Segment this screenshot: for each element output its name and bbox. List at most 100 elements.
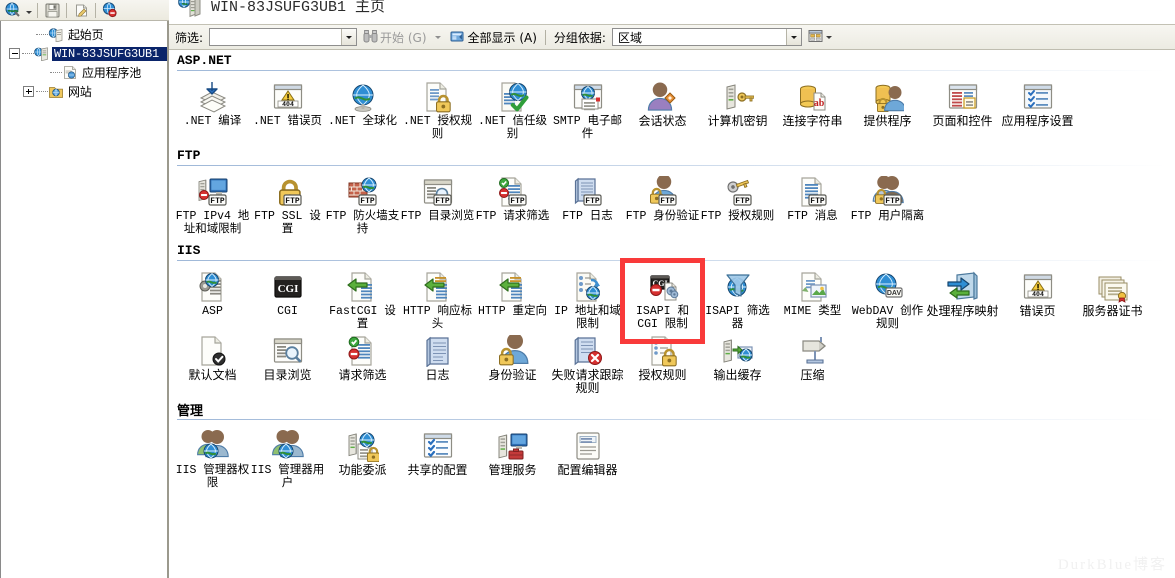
feature-tile-label: FTP IPv4 地址和域限制 — [175, 210, 250, 236]
show-all-button[interactable]: 全部显示 (A) — [448, 27, 539, 47]
feature-tile-asp[interactable]: ASP — [175, 267, 250, 331]
tree-expander-plus-icon[interactable] — [23, 86, 34, 97]
feature-tile-net-compile[interactable]: .NET 编译 — [175, 77, 250, 141]
default-document-icon — [197, 335, 229, 367]
feature-tile-http-response-headers[interactable]: HTTP 响应标头 — [400, 267, 475, 331]
feature-tile-machine-key[interactable]: 计算机密钥 — [700, 77, 775, 141]
feature-tile-directory-browsing[interactable]: 目录浏览 — [250, 331, 325, 395]
feature-tile-net-error-pages[interactable]: 404 .NET 错误页 — [250, 77, 325, 141]
authentication-icon — [497, 335, 529, 367]
feature-tile-iis-manager-permissions[interactable]: IIS 管理器权限 — [175, 426, 250, 490]
feature-tile-net-authorization-rules[interactable]: .NET 授权规则 — [400, 77, 475, 141]
watermark: DurkBlue博客 — [1057, 557, 1167, 573]
tree-item-2[interactable]: 应用程序池 — [1, 63, 167, 82]
feature-tile-isapi-filters[interactable]: ISAPI 筛选器 — [700, 267, 775, 331]
chevron-down-icon[interactable] — [785, 29, 801, 45]
go-button[interactable]: 开始 (G) — [361, 27, 428, 47]
section-management: 管理 IIS 管理器权限 IIS 管理器用户 功能委派 共享的配置 管理服务 配置编辑器 — [169, 399, 1175, 494]
feature-tile-net-globalization[interactable]: .NET 全球化 — [325, 77, 400, 141]
page-title: WIN-83JSUFG3UB1 主页 — [211, 0, 386, 16]
feature-tile-webdav-authoring-rules[interactable]: DAV WebDAV 创作规则 — [850, 267, 925, 331]
tree-connector — [36, 34, 48, 35]
feature-tile-cgi[interactable]: CGI CGI — [250, 267, 325, 331]
group-by-select[interactable]: 区域 — [611, 28, 802, 46]
feature-tile-label: 应用程序设置 — [1001, 114, 1074, 128]
tree-item-1[interactable]: WIN-83JSUFG3UB1 (WIN — [1, 44, 167, 63]
feature-tile-ftp-ipv4-restrictions[interactable]: FTP FTP IPv4 地址和域限制 — [175, 172, 250, 236]
feature-tile-default-document[interactable]: 默认文档 — [175, 331, 250, 395]
ftp-user-isolation-icon: FTP — [872, 176, 904, 208]
feature-tile-authentication[interactable]: 身份验证 — [475, 331, 550, 395]
svg-text:DAV: DAV — [886, 290, 901, 297]
feature-tile-fastcgi-settings[interactable]: FastCGI 设置 — [325, 267, 400, 331]
feature-tile-smtp-email[interactable]: SMTP 电子邮件 — [550, 77, 625, 141]
feature-tile-iis-manager-users[interactable]: IIS 管理器用户 — [250, 426, 325, 490]
feature-tile-handler-mappings[interactable]: 处理程序映射 — [925, 267, 1000, 331]
ip-address-restrictions-icon — [572, 271, 604, 303]
tree-item-label: WIN-83JSUFG3UB1 (WIN — [52, 46, 167, 61]
feature-tile-http-redirect[interactable]: HTTP 重定向 — [475, 267, 550, 331]
feature-tile-logging[interactable]: 日志 — [400, 331, 475, 395]
tree-connector — [50, 72, 62, 73]
ftp-ssl-settings-icon: FTP — [272, 176, 304, 208]
feature-tile-ftp-firewall-support[interactable]: FTP FTP 防火墙支持 — [325, 172, 400, 236]
handler-mappings-icon — [946, 271, 979, 303]
feature-tile-compression[interactable]: 压缩 — [775, 331, 850, 395]
tree-item-0[interactable]: 起始页 — [1, 25, 167, 44]
iis-manager-permissions-icon — [196, 430, 229, 462]
feature-tile-configuration-editor[interactable]: 配置编辑器 — [550, 426, 625, 490]
feature-tile-management-service[interactable]: 管理服务 — [475, 426, 550, 490]
feature-tile-ftp-ssl-settings[interactable]: FTP FTP SSL 设置 — [250, 172, 325, 236]
features-list[interactable]: ASP.NET .NET 编译 404 .NET 错误页 .NET 全球化 .NET 授权… — [169, 50, 1175, 578]
feature-tile-ftp-request-filtering[interactable]: FTP FTP 请求筛选 — [475, 172, 550, 236]
toolbar-separator — [37, 2, 38, 18]
feature-tile-ftp-authorization-rules[interactable]: FTP FTP 授权规则 — [700, 172, 775, 236]
feature-tile-ftp-user-isolation[interactable]: FTP FTP 用户隔离 — [850, 172, 925, 236]
tree-item-label: 应用程序池 — [82, 66, 142, 80]
feature-tile-failed-request-tracing-rules[interactable]: 失败请求跟踪规则 — [550, 331, 625, 395]
feature-tile-request-filtering[interactable]: 请求筛选 — [325, 331, 400, 395]
feature-tile-ftp-messages[interactable]: FTP FTP 消息 — [775, 172, 850, 236]
feature-tile-application-settings[interactable]: 应用程序设置 — [1000, 77, 1075, 141]
feature-tile-ftp-authentication[interactable]: FTP FTP 身份验证 — [625, 172, 700, 236]
feature-tile-error-pages[interactable]: 404 错误页 — [1000, 267, 1075, 331]
feature-tile-pages-controls[interactable]: 页面和控件 — [925, 77, 1000, 141]
feature-tile-session-state[interactable]: 会话状态 — [625, 77, 700, 141]
section-header-iis: IIS — [169, 240, 1175, 260]
feature-tile-providers[interactable]: 提供程序 — [850, 77, 925, 141]
show-all-label: 全部显示 (A) — [467, 30, 537, 45]
chevron-down-icon[interactable] — [24, 1, 33, 19]
feature-tile-ftp-directory-browsing[interactable]: FTP FTP 目录浏览 — [400, 172, 475, 236]
go-dropdown-chevron-icon[interactable] — [433, 35, 444, 39]
connections-toolbar — [0, 0, 169, 21]
page-icon[interactable] — [71, 1, 91, 20]
tree-item-3[interactable]: 网站 — [1, 82, 167, 101]
feature-tile-label: .NET 全球化 — [327, 115, 397, 128]
feature-tile-connection-strings[interactable]: ab 连接字符串 — [775, 77, 850, 141]
chevron-down-icon[interactable] — [341, 29, 357, 45]
app-pool-icon — [62, 65, 78, 80]
connections-tree[interactable]: 起始页 WIN-83JSUFG3UB1 (WIN 应用程序池网站 — [0, 21, 169, 578]
iis-manager-users-icon — [271, 430, 304, 462]
tree-expander-minus-icon[interactable] — [9, 48, 20, 59]
globe-stop-icon[interactable] — [100, 1, 120, 20]
save-icon[interactable] — [42, 1, 62, 20]
feature-tile-ftp-logging[interactable]: FTP FTP 日志 — [550, 172, 625, 236]
feature-tile-feature-delegation[interactable]: 功能委派 — [325, 426, 400, 490]
feature-tile-shared-configuration[interactable]: 共享的配置 — [400, 426, 475, 490]
server-icon — [177, 0, 203, 24]
feature-tile-isapi-cgi-restrictions[interactable]: CGI ISAPI 和 CGI 限制 — [625, 267, 700, 331]
feature-tile-output-caching[interactable]: 输出缓存 — [700, 331, 775, 395]
filter-input[interactable] — [209, 28, 358, 46]
svg-text:FTP: FTP — [285, 197, 300, 206]
feature-tile-authorization-rules[interactable]: 授权规则 — [625, 331, 700, 395]
feature-tile-net-trust-levels[interactable]: .NET 信任级别 — [475, 77, 550, 141]
globe-icon[interactable] — [3, 1, 23, 20]
feature-tile-server-certificates[interactable]: 服务器证书 — [1075, 267, 1150, 331]
feature-tile-ip-address-restrictions[interactable]: IP 地址和域限制 — [550, 267, 625, 331]
feature-tile-mime-types[interactable]: MIME 类型 — [775, 267, 850, 331]
show-all-icon — [450, 29, 466, 46]
group-by-label: 分组依据: — [553, 30, 606, 45]
feature-tile-label: 压缩 — [800, 368, 825, 382]
view-mode-button[interactable] — [806, 27, 834, 47]
